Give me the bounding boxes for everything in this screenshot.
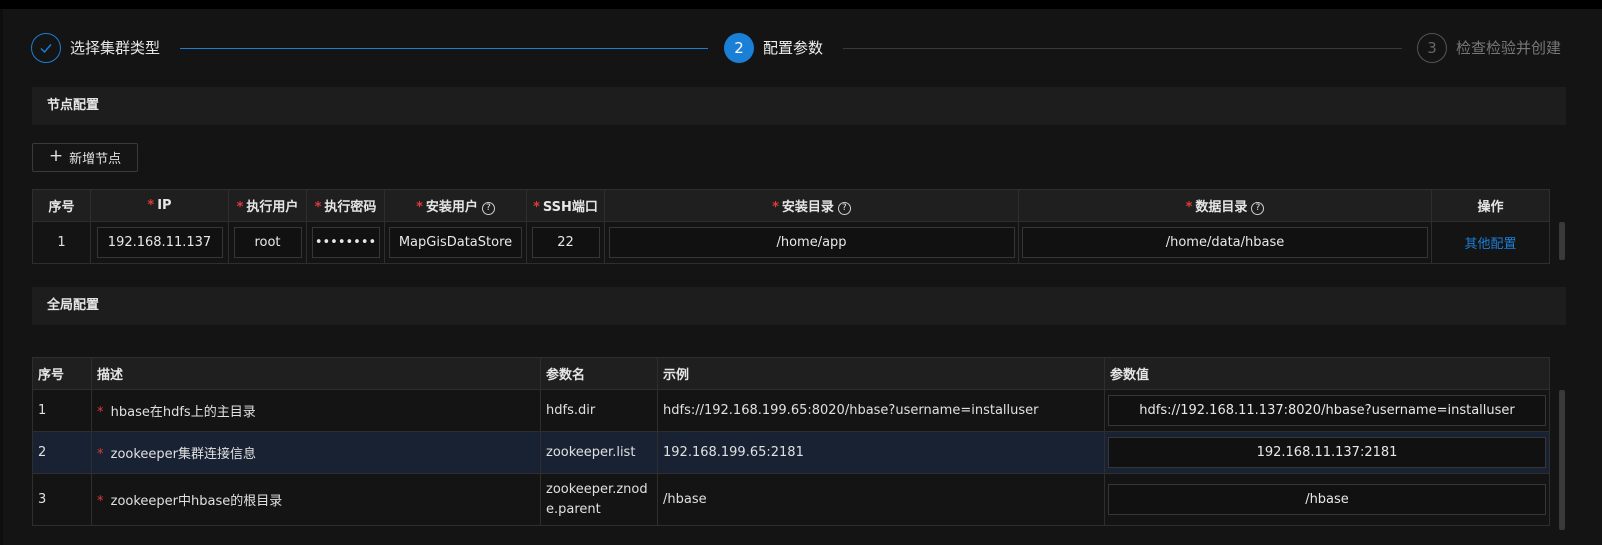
col-exec-user: * 执行用户 bbox=[228, 189, 307, 222]
help-icon[interactable]: ? bbox=[1251, 202, 1265, 215]
row-example: 192.168.199.65:2181 bbox=[657, 431, 1105, 474]
col-desc: 描述 bbox=[91, 357, 541, 390]
col-install-dir: * 安装目录? bbox=[604, 189, 1019, 222]
check-icon bbox=[31, 33, 61, 63]
row-index: 3 bbox=[32, 473, 92, 526]
exec-password-input[interactable]: •••••••• bbox=[311, 227, 380, 258]
table-row: 3 * zookeeper中hbase的根目录 zookeeper.znode.… bbox=[32, 473, 1550, 526]
row-desc: * hbase在hdfs上的主目录 bbox=[91, 389, 541, 432]
node-config-header: 节点配置 bbox=[32, 87, 1566, 125]
col-exec-password: * 执行密码 bbox=[306, 189, 385, 222]
row-example: hdfs://192.168.199.65:8020/hbase?usernam… bbox=[657, 389, 1105, 432]
row-index: 1 bbox=[32, 389, 92, 432]
node-table: 序号 * IP * 执行用户 * 执行密码 * 安装用户? * SSH端口 * 安装目录? … bbox=[32, 189, 1550, 264]
global-table-header: 序号 描述 参数名 示例 参数值 bbox=[32, 357, 1550, 390]
row-param: zookeeper.list bbox=[540, 431, 658, 474]
step-connector-1 bbox=[180, 48, 708, 49]
col-value: 参数值 bbox=[1104, 357, 1550, 390]
plus-icon: + bbox=[48, 146, 64, 166]
param-value-input[interactable]: hdfs://192.168.11.137:8020/hbase?usernam… bbox=[1108, 395, 1546, 426]
ssh-port-input[interactable]: 22 bbox=[531, 227, 600, 258]
row-param: hdfs.dir bbox=[540, 389, 658, 432]
col-action: 操作 bbox=[1431, 189, 1550, 222]
window-top-bar bbox=[0, 0, 1602, 9]
step-3-number: 3 bbox=[1417, 33, 1447, 63]
node-table-scrollbar[interactable] bbox=[1559, 222, 1565, 260]
node-table-header: 序号 * IP * 执行用户 * 执行密码 * 安装用户? * SSH端口 * 安装目录? … bbox=[32, 189, 1550, 222]
install-dir-input[interactable]: /home/app bbox=[608, 227, 1015, 258]
col-param: 参数名 bbox=[540, 357, 658, 390]
col-index: 序号 bbox=[32, 189, 91, 222]
col-index: 序号 bbox=[32, 357, 92, 390]
global-table: 序号 描述 参数名 示例 参数值 1 * hbase在hdfs上的主目录 hdf… bbox=[32, 357, 1550, 526]
table-row: 1 * hbase在hdfs上的主目录 hdfs.dir hdfs://192.… bbox=[32, 389, 1550, 432]
ip-input[interactable]: 192.168.11.137 bbox=[96, 227, 223, 258]
table-row: 1 192.168.11.137 root •••••••• MapGisDat… bbox=[32, 221, 1550, 264]
param-value-input[interactable]: 192.168.11.137:2181 bbox=[1108, 437, 1546, 468]
step-2-title[interactable]: 配置参数 bbox=[763, 38, 823, 58]
row-desc: * zookeeper集群连接信息 bbox=[91, 431, 541, 474]
row-example: /hbase bbox=[657, 473, 1105, 526]
add-node-label: 新增节点 bbox=[69, 152, 122, 167]
col-ssh-port: * SSH端口 bbox=[526, 189, 605, 222]
row-desc: * zookeeper中hbase的根目录 bbox=[91, 473, 541, 526]
help-icon[interactable]: ? bbox=[837, 202, 851, 215]
exec-user-input[interactable]: root bbox=[233, 227, 302, 258]
install-user-input[interactable]: MapGisDataStore bbox=[389, 227, 522, 258]
step-3-title[interactable]: 检查检验并创建 bbox=[1456, 38, 1561, 58]
data-dir-input[interactable]: /home/data/hbase bbox=[1022, 227, 1428, 258]
global-config-header: 全局配置 bbox=[32, 287, 1566, 325]
step-1-title[interactable]: 选择集群类型 bbox=[70, 38, 160, 58]
col-data-dir: * 数据目录? bbox=[1018, 189, 1432, 222]
col-install-user: * 安装用户? bbox=[384, 189, 527, 222]
global-table-scrollbar[interactable] bbox=[1559, 390, 1565, 530]
row-index: 1 bbox=[32, 221, 91, 264]
col-ip: * IP bbox=[90, 189, 229, 222]
step-connector-2 bbox=[843, 48, 1402, 49]
col-example: 示例 bbox=[657, 357, 1105, 390]
param-value-input[interactable]: /hbase bbox=[1108, 484, 1546, 515]
help-icon[interactable]: ? bbox=[481, 202, 495, 215]
step-2-number: 2 bbox=[724, 33, 754, 63]
other-config-link[interactable]: 其他配置 bbox=[1431, 221, 1550, 264]
add-node-button[interactable]: + 新增节点 bbox=[32, 143, 138, 172]
row-param: zookeeper.znode.parent bbox=[540, 473, 658, 526]
table-row: 2 * zookeeper集群连接信息 zookeeper.list 192.1… bbox=[32, 431, 1550, 474]
row-index: 2 bbox=[32, 431, 92, 474]
